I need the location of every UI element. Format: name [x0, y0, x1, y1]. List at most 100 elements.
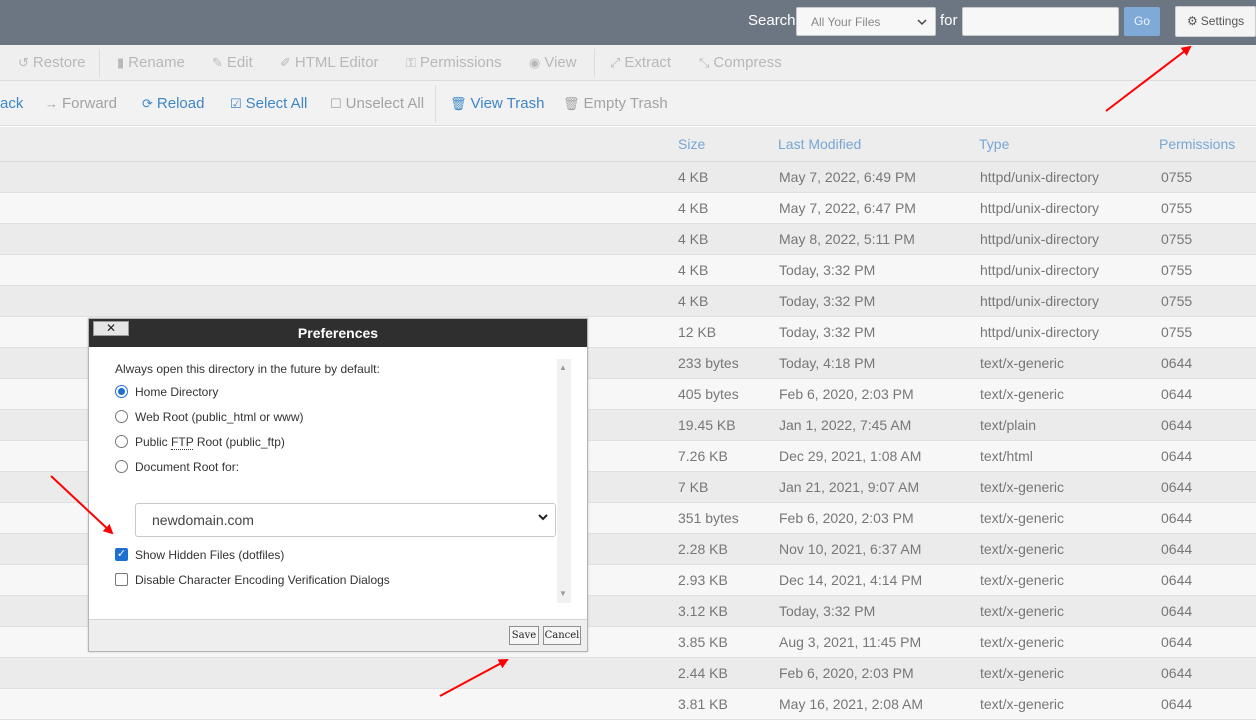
settings-button[interactable]: ⚙ Settings [1175, 6, 1256, 37]
search-input[interactable] [962, 7, 1119, 36]
table-row[interactable]: 4 KB Today, 3:32 PM httpd/unix-directory 07… [0, 255, 1256, 286]
restore-label: Restore [32, 54, 86, 71]
search-scope-select[interactable]: All Your Files [796, 7, 936, 36]
cell-modified: Today, 3:32 PM [779, 262, 876, 278]
cell-modified: Today, 3:32 PM [779, 293, 876, 309]
rename-button[interactable]: ▮ Rename [117, 54, 185, 71]
unselect-all-button[interactable]: ☐ Unselect All [330, 95, 424, 112]
unselect-all-label: Unselect All [345, 95, 425, 112]
cell-type: text/x-generic [980, 634, 1065, 650]
extract-button[interactable]: ⤢ Extract [610, 54, 671, 71]
go-button[interactable]: Go [1124, 7, 1160, 36]
arrow-right-icon: → [45, 96, 58, 111]
cell-modified: Jan 21, 2021, 9:07 AM [779, 479, 920, 495]
html-editor-button[interactable]: ✐ HTML Editor [280, 54, 379, 71]
extract-label: Extract [624, 54, 672, 71]
reload-button[interactable]: ⟳ Reload [142, 95, 204, 112]
cell-size: 3.85 KB [678, 634, 728, 650]
cell-size: 7.26 KB [678, 448, 728, 464]
file-table-header: Size Last Modified Type Permissions [0, 127, 1256, 162]
scroll-down-arrow-icon[interactable]: ▼ [559, 589, 567, 598]
empty-trash-label: Empty Trash [583, 95, 668, 112]
cell-size: 4 KB [678, 262, 709, 278]
scroll-up-arrow-icon[interactable]: ▲ [559, 363, 567, 372]
cell-type: httpd/unix-directory [980, 324, 1100, 340]
web-root-radio[interactable] [115, 410, 128, 423]
cell-modified: Dec 14, 2021, 4:14 PM [779, 572, 923, 588]
cell-perms: 0755 [1161, 200, 1193, 216]
document-root-radio[interactable] [115, 460, 128, 473]
column-header-type[interactable]: Type [979, 136, 1009, 152]
table-row[interactable]: 3.81 KB May 16, 2021, 2:08 AM text/x-gener… [0, 689, 1256, 720]
column-header-last-modified[interactable]: Last Modified [778, 136, 861, 152]
toolbar-divider [594, 49, 595, 77]
document-root-domain-select[interactable]: newdomain.com [135, 503, 556, 537]
column-header-permissions[interactable]: Permissions [1159, 136, 1235, 152]
table-row[interactable]: 4 KB May 7, 2022, 6:47 PM httpd/unix-direc… [0, 193, 1256, 224]
compress-button[interactable]: ⤡ Compress [699, 54, 782, 71]
ftp-label-prefix: Public [135, 435, 172, 449]
cell-type: text/x-generic [980, 355, 1065, 371]
view-trash-button[interactable]: 🗑 View Trash [450, 95, 544, 112]
home-directory-radio[interactable] [115, 385, 128, 398]
back-button[interactable]: ack [0, 95, 23, 112]
select-all-button[interactable]: ☑ Select All [230, 95, 307, 112]
cell-perms: 0644 [1161, 417, 1193, 433]
undo-icon: ↺ [18, 55, 29, 70]
gear-icon: ⚙ [1187, 14, 1198, 28]
toolbar-divider [435, 85, 436, 123]
for-label: for [940, 12, 958, 29]
cell-modified: Today, 3:32 PM [779, 603, 876, 619]
cell-modified: May 16, 2021, 2:08 AM [779, 696, 923, 712]
view-button[interactable]: ◉ View [529, 54, 577, 71]
cancel-button[interactable]: Cancel [543, 626, 581, 645]
chevron-down-icon [917, 16, 927, 30]
cell-size: 2.93 KB [678, 572, 728, 588]
preferences-dialog: ✕ Preferences Always open this directory… [88, 318, 588, 652]
disable-encoding-verification-checkbox[interactable] [115, 573, 128, 586]
dialog-scrollbar[interactable]: ▲ ▼ [557, 359, 571, 603]
cell-size: 7 KB [678, 479, 709, 495]
show-hidden-files-checkbox[interactable]: ✓ [115, 548, 128, 561]
column-header-size[interactable]: Size [678, 136, 705, 152]
empty-trash-button[interactable]: 🗑 Empty Trash [563, 95, 668, 112]
top-search-bar: Search All Your Files for Go ⚙ Settings [0, 0, 1256, 45]
table-row[interactable]: 4 KB May 7, 2022, 6:49 PM httpd/unix-direc… [0, 162, 1256, 193]
restore-button[interactable]: ↺ Restore [18, 54, 85, 71]
save-button[interactable]: Save [509, 626, 539, 645]
public-ftp-root-radio[interactable] [115, 435, 128, 448]
empty-box-icon: ☐ [330, 96, 342, 111]
cell-type: httpd/unix-directory [980, 169, 1100, 185]
cell-modified: Feb 6, 2020, 2:03 PM [779, 665, 914, 681]
table-row[interactable]: 2.44 KB Feb 6, 2020, 2:03 PM text/x-generi… [0, 658, 1256, 689]
close-button[interactable]: ✕ [93, 321, 129, 336]
cell-perms: 0644 [1161, 696, 1193, 712]
cell-size: 2.44 KB [678, 665, 728, 681]
ftp-label-suffix: Root (public_ftp) [193, 435, 285, 449]
table-row[interactable]: 4 KB Today, 3:32 PM httpd/unix-directory 07… [0, 286, 1256, 317]
toolbar-divider [99, 49, 100, 77]
edit-button[interactable]: ✎ Edit [212, 54, 253, 71]
cell-type: httpd/unix-directory [980, 293, 1100, 309]
select-all-label: Select All [245, 95, 308, 112]
cell-perms: 0644 [1161, 603, 1193, 619]
cell-size: 19.45 KB [678, 417, 736, 433]
cell-modified: May 8, 2022, 5:11 PM [779, 231, 915, 247]
domain-select-value: newdomain.com [152, 512, 254, 528]
home-directory-label: Home Directory [135, 385, 219, 399]
cell-perms: 0644 [1161, 541, 1193, 557]
key-icon: ⚿ [406, 55, 416, 70]
dialog-title-bar: ✕ Preferences [89, 319, 587, 347]
permissions-button[interactable]: ⚿ Permissions [406, 54, 502, 71]
compress-icon: ⤡ [699, 55, 710, 70]
forward-button[interactable]: → Forward [45, 95, 117, 112]
checked-box-icon: ☑ [230, 96, 242, 111]
cell-size: 351 bytes [678, 510, 739, 526]
cell-perms: 0644 [1161, 386, 1193, 402]
table-row[interactable]: 4 KB May 8, 2022, 5:11 PM httpd/unix-direc… [0, 224, 1256, 255]
cell-modified: Aug 3, 2021, 11:45 PM [779, 634, 922, 650]
default-directory-intro: Always open this directory in the future… [115, 362, 380, 376]
navigation-toolbar: ack → Forward ⟳ Reload ☑ Select All ☐ Unsele… [0, 81, 1256, 126]
cell-type: text/html [980, 448, 1033, 464]
cell-size: 4 KB [678, 169, 709, 185]
